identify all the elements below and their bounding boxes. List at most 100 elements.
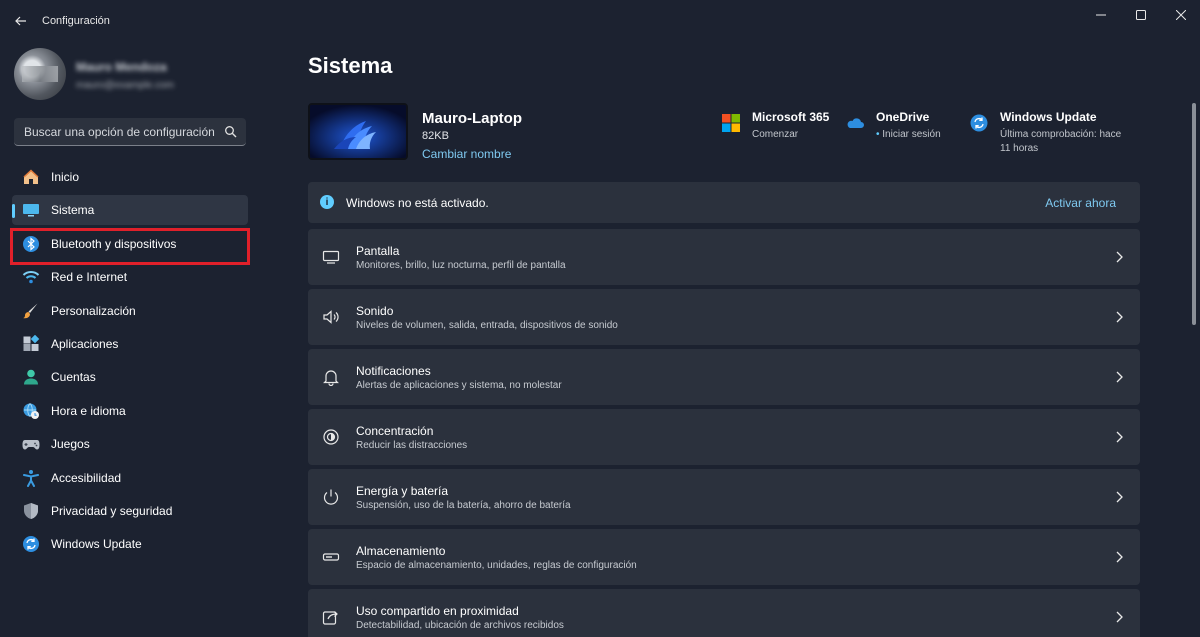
windows-update-icon bbox=[970, 114, 988, 132]
chevron-right-icon bbox=[1116, 431, 1123, 443]
main-content: Sistema Mauro-Laptop 82KB Cambiar nombre… bbox=[260, 40, 1200, 637]
search-placeholder: Buscar una opción de configuración bbox=[24, 125, 215, 139]
quick-link-title: OneDrive bbox=[876, 110, 930, 124]
settings-card-uso-compartido[interactable]: Uso compartido en proximidad Detectabili… bbox=[308, 589, 1140, 637]
info-icon: i bbox=[320, 195, 334, 209]
search-icon[interactable] bbox=[224, 125, 238, 139]
brush-icon bbox=[22, 302, 40, 320]
accessibility-icon bbox=[22, 469, 40, 487]
sidebar-item-juegos[interactable]: Juegos bbox=[12, 429, 248, 459]
focus-icon bbox=[323, 429, 339, 445]
system-icon bbox=[22, 201, 40, 219]
card-title: Almacenamiento bbox=[356, 544, 446, 558]
device-image[interactable] bbox=[308, 103, 408, 160]
shield-icon bbox=[22, 502, 40, 520]
card-description: Espacio de almacenamiento, unidades, reg… bbox=[356, 560, 637, 571]
chevron-right-icon bbox=[1116, 551, 1123, 563]
card-description: Suspensión, uso de la batería, ahorro de… bbox=[356, 500, 571, 511]
sidebar-item-sistema[interactable]: Sistema bbox=[12, 195, 248, 226]
sidebar: Mauro Mendoza mauro@example.com Buscar u… bbox=[0, 40, 260, 637]
gamepad-icon bbox=[22, 435, 40, 453]
avatar bbox=[14, 48, 66, 100]
device-name: Mauro-Laptop bbox=[422, 110, 522, 127]
apps-icon bbox=[22, 334, 40, 353]
sidebar-item-label: Accesibilidad bbox=[51, 470, 122, 485]
sidebar-item-accesibilidad[interactable]: Accesibilidad bbox=[12, 463, 248, 493]
sidebar-item-label: Cuentas bbox=[51, 370, 96, 385]
settings-card-pantalla[interactable]: Pantalla Monitores, brillo, luz nocturna… bbox=[308, 229, 1140, 285]
sidebar-item-label: Aplicaciones bbox=[51, 336, 119, 351]
sidebar-item-privacidad[interactable]: Privacidad y seguridad bbox=[12, 496, 248, 526]
card-description: Alertas de aplicaciones y sistema, no mo… bbox=[356, 380, 562, 391]
minimize-button[interactable] bbox=[1086, 5, 1116, 25]
card-title: Sonido bbox=[356, 304, 394, 318]
card-title: Pantalla bbox=[356, 244, 400, 258]
title-bar: Configuración bbox=[0, 0, 1200, 40]
quick-link-title: Microsoft 365 bbox=[752, 110, 830, 124]
minimize-icon bbox=[1096, 14, 1106, 16]
sidebar-item-personalizacion[interactable]: Personalización bbox=[12, 296, 248, 326]
quick-link-subtitle: Última comprobación: hace 11 horas bbox=[1000, 129, 1122, 154]
scrollbar[interactable] bbox=[1192, 103, 1196, 325]
sidebar-item-label: Juegos bbox=[51, 437, 90, 452]
sidebar-item-windows-update[interactable]: Windows Update bbox=[12, 529, 248, 559]
sidebar-item-inicio[interactable]: Inicio bbox=[12, 162, 248, 192]
share-icon bbox=[322, 611, 338, 625]
wallpaper-bloom-icon bbox=[310, 105, 406, 158]
card-description: Detectabilidad, ubicación de archivos re… bbox=[356, 620, 564, 631]
speaker-icon bbox=[323, 310, 339, 324]
card-title: Energía y batería bbox=[356, 484, 449, 498]
settings-card-notificaciones[interactable]: Notificaciones Alertas de aplicaciones y… bbox=[308, 349, 1140, 405]
sidebar-item-label: Inicio bbox=[51, 170, 80, 184]
sidebar-item-aplicaciones[interactable]: Aplicaciones bbox=[12, 329, 248, 359]
back-arrow-icon bbox=[15, 16, 26, 26]
home-icon bbox=[22, 168, 40, 186]
search-input[interactable]: Buscar una opción de configuración bbox=[14, 118, 246, 146]
chevron-right-icon bbox=[1116, 371, 1123, 383]
onedrive-icon bbox=[847, 118, 864, 128]
user-email: mauro@example.com bbox=[76, 80, 174, 91]
maximize-button[interactable] bbox=[1126, 5, 1156, 25]
sidebar-item-label: Privacidad y seguridad bbox=[51, 503, 173, 518]
chevron-right-icon bbox=[1116, 311, 1123, 323]
back-button[interactable] bbox=[10, 10, 32, 32]
settings-card-concentracion[interactable]: Concentración Reducir las distracciones bbox=[308, 409, 1140, 465]
settings-card-sonido[interactable]: Sonido Niveles de volumen, salida, entra… bbox=[308, 289, 1140, 345]
highlight-box bbox=[10, 228, 250, 265]
sidebar-item-red[interactable]: Red e Internet bbox=[12, 262, 248, 292]
wifi-icon bbox=[22, 268, 40, 286]
sidebar-item-label: Red e Internet bbox=[51, 270, 128, 285]
window-title: Configuración bbox=[42, 15, 110, 27]
user-profile[interactable]: Mauro Mendoza mauro@example.com bbox=[14, 48, 254, 100]
sidebar-item-hora[interactable]: Hora e idioma bbox=[12, 396, 248, 426]
rename-link[interactable]: Cambiar nombre bbox=[422, 147, 511, 161]
device-storage: 82KB bbox=[422, 130, 449, 142]
settings-list: Pantalla Monitores, brillo, luz nocturna… bbox=[308, 229, 1140, 637]
card-title: Uso compartido en proximidad bbox=[356, 604, 519, 618]
quick-link-title: Windows Update bbox=[1000, 110, 1097, 124]
power-icon bbox=[323, 489, 339, 505]
page-title: Sistema bbox=[308, 53, 393, 78]
storage-icon bbox=[322, 553, 340, 561]
settings-card-almacenamiento[interactable]: Almacenamiento Espacio de almacenamiento… bbox=[308, 529, 1140, 585]
card-description: Reducir las distracciones bbox=[356, 440, 468, 451]
quick-link-subtitle-text: Iniciar sesión bbox=[882, 129, 941, 140]
quick-link-subtitle: Comenzar bbox=[752, 129, 799, 140]
card-description: Monitores, brillo, luz nocturna, perfil … bbox=[356, 260, 566, 271]
settings-card-energia[interactable]: Energía y batería Suspensión, uso de la … bbox=[308, 469, 1140, 525]
sidebar-nav: Inicio Sistema Bluetooth y dispositivos … bbox=[12, 162, 248, 563]
activation-banner: i Windows no está activado. Activar ahor… bbox=[308, 182, 1140, 223]
microsoft-365-icon bbox=[722, 114, 740, 132]
card-title: Concentración bbox=[356, 424, 434, 438]
user-name: Mauro Mendoza bbox=[76, 60, 167, 74]
sidebar-item-label: Windows Update bbox=[51, 537, 142, 552]
bell-icon bbox=[323, 370, 339, 386]
display-icon bbox=[322, 250, 340, 264]
close-button[interactable] bbox=[1166, 5, 1196, 25]
chevron-right-icon bbox=[1116, 611, 1123, 623]
activate-now-link[interactable]: Activar ahora bbox=[1045, 196, 1116, 210]
sidebar-item-label: Hora e idioma bbox=[51, 403, 126, 418]
sidebar-item-label: Sistema bbox=[51, 203, 95, 218]
sidebar-item-cuentas[interactable]: Cuentas bbox=[12, 362, 248, 392]
chevron-right-icon bbox=[1116, 251, 1123, 263]
